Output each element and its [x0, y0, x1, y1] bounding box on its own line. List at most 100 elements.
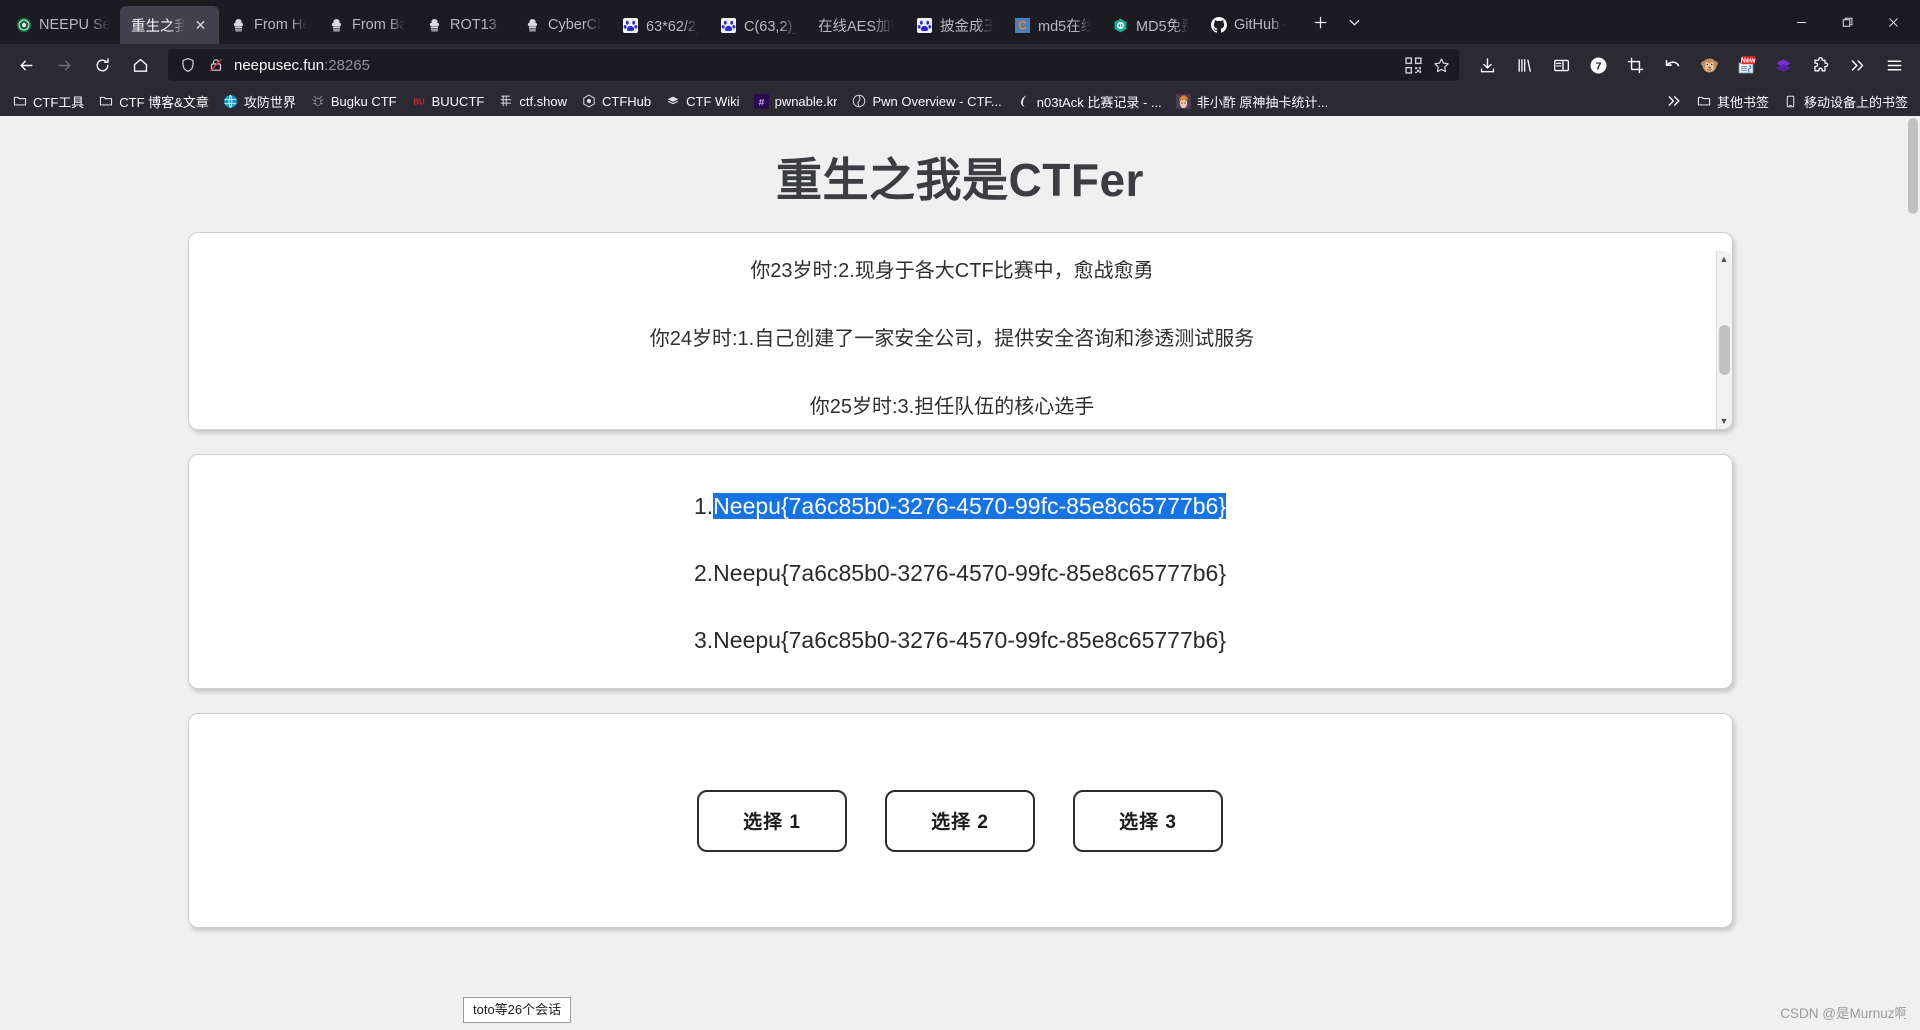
tab-title: 披金成王件	[940, 18, 993, 35]
tab-cmd5[interactable]: C md5在线解	[1003, 6, 1101, 44]
undo-arrow-icon[interactable]	[1654, 49, 1690, 81]
bookmark-ctfhub[interactable]: CTFHub	[575, 90, 657, 112]
overflow-chevrons-icon[interactable]	[1839, 49, 1875, 81]
tab-title: GitHub - g	[1234, 17, 1287, 33]
bookmark-label: BUUCTF	[431, 93, 485, 109]
puzzle-extension-icon[interactable]	[1802, 49, 1838, 81]
story-line: 你24岁时:1.自己创建了一家安全公司，提供安全咨询和渗透测试服务	[649, 328, 1255, 350]
list-all-tabs-chevron-down-icon[interactable]	[1337, 5, 1371, 39]
toolbar-extensions: 7 New	[1469, 49, 1912, 81]
sidebar-icon[interactable]	[1543, 49, 1579, 81]
home-button-house-icon[interactable]	[122, 49, 158, 81]
bookmark-xctf[interactable]: 攻防世界	[217, 89, 302, 114]
svg-text:C: C	[1018, 18, 1027, 32]
scrollbar-track[interactable]	[1717, 267, 1732, 413]
library-icon[interactable]	[1506, 49, 1542, 81]
md5-icon	[1112, 17, 1129, 34]
news-extension-icon[interactable]: New	[1728, 49, 1764, 81]
tab-neepu-se[interactable]: NEEPU Se	[4, 6, 120, 44]
bookmarks-toolbar: CTF工具 CTF 博客&文章 攻防世界 Bugku CTF BU BUUCTF	[0, 86, 1920, 116]
tab-active-ctfer[interactable]: 重生之我是C ✕	[120, 6, 219, 44]
scrollbar-thumb[interactable]	[1718, 325, 1730, 375]
new-tab-button[interactable]	[1303, 5, 1337, 39]
maximize-button[interactable]	[1824, 0, 1870, 44]
tab-cyberchef[interactable]: CyberChe	[513, 6, 611, 44]
bookmark-ctf-tools[interactable]: CTF工具	[6, 89, 90, 114]
lock-crossed-icon[interactable]	[206, 55, 226, 75]
container-7-icon[interactable]: 7	[1580, 49, 1616, 81]
reload-button-refresh-icon[interactable]	[84, 49, 120, 81]
cyberchef-icon	[426, 17, 443, 34]
baidu-icon	[916, 17, 933, 34]
purple-diamond-extension-icon[interactable]	[1765, 49, 1801, 81]
cyberchef-icon	[328, 17, 345, 34]
tab-from-base[interactable]: From Bas	[317, 6, 415, 44]
tab-rot13[interactable]: ROT13 - C	[415, 6, 513, 44]
buuctf-icon: BU	[411, 93, 427, 109]
bookmark-buuctf[interactable]: BU BUUCTF	[405, 90, 491, 112]
tab-from-hex[interactable]: From Hex	[219, 6, 317, 44]
pwnable-icon: #	[754, 93, 770, 109]
bookmarks-overflow-button[interactable]	[1660, 90, 1688, 112]
scroll-up-arrow-icon[interactable]: ▲	[1717, 251, 1732, 267]
flag-index: 1.	[693, 493, 714, 519]
tab-title: NEEPU Se	[39, 17, 110, 33]
minimize-button[interactable]	[1778, 0, 1824, 44]
bookmark-ctf-wiki[interactable]: CTF Wiki	[659, 90, 745, 112]
bookmark-bugku[interactable]: Bugku CTF	[304, 90, 403, 112]
page-scrollbar-thumb[interactable]	[1908, 118, 1918, 214]
tab-aes-online[interactable]: 在线AES加密解	[807, 6, 905, 44]
qr-code-icon[interactable]	[1403, 55, 1423, 75]
bookmark-genshin-gacha[interactable]: 非小酢 原神抽卡统计...	[1170, 89, 1334, 114]
app-menu-hamburger-icon[interactable]	[1876, 49, 1912, 81]
bookmark-label: Bugku CTF	[330, 93, 397, 109]
tab-title: From Hex	[254, 17, 307, 33]
flag-value[interactable]: Neepu{7a6c85b0-3276-4570-99fc-85e8c65777…	[713, 560, 1226, 586]
tab-baidu-calc-1[interactable]: 63*62/2_百	[611, 6, 709, 44]
url-address-bar[interactable]: neepusec.fun:28265	[168, 49, 1459, 81]
flag-value-selected[interactable]: Neepu{7a6c85b0-3276-4570-99fc-85e8c65777…	[713, 493, 1226, 519]
bookmark-ctf-blog[interactable]: CTF 博客&文章	[92, 89, 215, 114]
neepu-logo-icon	[15, 17, 32, 34]
tabstrip-actions	[1303, 0, 1371, 44]
forward-button-arrow-right-icon[interactable]	[46, 49, 82, 81]
close-button[interactable]	[1870, 0, 1916, 44]
bookmark-pwnable-kr[interactable]: # pwnable.kr	[748, 90, 844, 112]
story-lines: 你23岁时:2.现身于各大CTF比赛中，愈战愈勇 你24岁时:1.自己创建了一家…	[189, 251, 1716, 429]
bookmark-other-bookmarks[interactable]: 其他书签	[1690, 89, 1775, 114]
svg-text:7: 7	[1595, 61, 1601, 72]
page-scrollbar[interactable]	[1906, 116, 1920, 1030]
window-controls	[1778, 0, 1920, 44]
story-scrollbar[interactable]: ▲ ▼	[1715, 251, 1732, 429]
bookmark-n03tack[interactable]: n03tAck 比赛记录 - ...	[1010, 89, 1168, 114]
bookmark-mobile-bookmarks[interactable]: 移动设备上的书签	[1777, 89, 1914, 114]
close-icon[interactable]: ✕	[192, 17, 209, 34]
scroll-down-arrow-icon[interactable]: ▼	[1717, 413, 1732, 429]
monkey-extension-icon[interactable]	[1691, 49, 1727, 81]
bookmark-pwn-overview[interactable]: Pwn Overview - CTF...	[845, 90, 1007, 112]
tab-baidu-pijin[interactable]: 披金成王件	[905, 6, 1003, 44]
bookmark-label: 攻防世界	[243, 94, 296, 110]
url-port: :28265	[324, 56, 370, 74]
back-button-arrow-left-icon[interactable]	[8, 49, 44, 81]
tab-md5-free[interactable]: MD5免费在	[1101, 6, 1199, 44]
screenshot-crop-icon[interactable]	[1617, 49, 1653, 81]
choice-button-3[interactable]: 选择 3	[1073, 789, 1223, 852]
bookmark-label: CTFHub	[602, 93, 652, 109]
tab-title: C(63,2)_百	[744, 18, 797, 35]
baidu-icon	[720, 17, 737, 34]
shield-icon[interactable]	[178, 55, 198, 75]
tab-title: 在线AES加密解	[818, 18, 895, 35]
download-icon[interactable]	[1469, 49, 1505, 81]
n03tack-icon	[1016, 93, 1032, 109]
tab-github[interactable]: GitHub - g	[1199, 6, 1297, 44]
flag-value[interactable]: Neepu{7a6c85b0-3276-4570-99fc-85e8c65777…	[713, 627, 1226, 653]
svg-text:#: #	[758, 97, 764, 108]
choice-button-2[interactable]: 选择 2	[885, 789, 1035, 852]
choice-button-1[interactable]: 选择 1	[697, 789, 847, 852]
tab-baidu-calc-2[interactable]: C(63,2)_百	[709, 6, 807, 44]
svg-text:BU: BU	[413, 98, 425, 107]
bookmark-ctfshow[interactable]: ctf.show	[492, 90, 573, 112]
navigation-toolbar: neepusec.fun:28265 7 New	[0, 44, 1920, 86]
star-icon[interactable]	[1431, 55, 1451, 75]
